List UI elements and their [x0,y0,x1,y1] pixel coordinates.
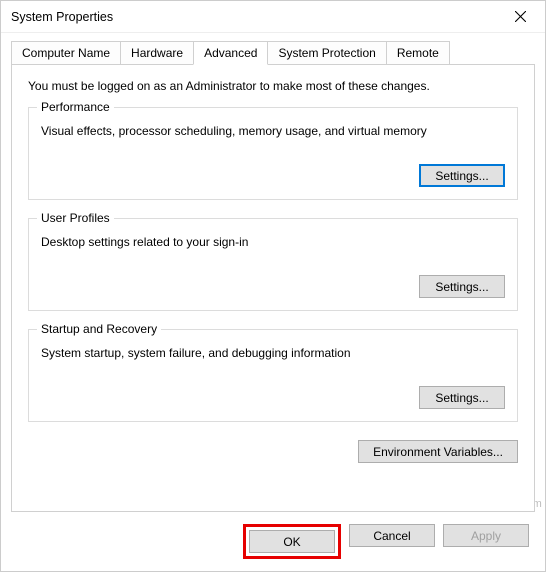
tabpane-advanced: You must be logged on as an Administrato… [11,64,535,512]
close-icon [515,11,526,22]
admin-note: You must be logged on as an Administrato… [28,79,518,93]
env-vars-row: Environment Variables... [28,440,518,463]
cancel-button[interactable]: Cancel [349,524,435,547]
tab-hardware[interactable]: Hardware [120,41,194,65]
tabstrip: Computer Name Hardware Advanced System P… [11,41,535,65]
content-area: Computer Name Hardware Advanced System P… [1,33,545,512]
system-properties-window: System Properties Computer Name Hardware… [0,0,546,572]
titlebar: System Properties [1,1,545,33]
window-title: System Properties [11,10,498,24]
user-profiles-settings-button[interactable]: Settings... [419,275,505,298]
performance-settings-button[interactable]: Settings... [419,164,505,187]
groupbox-performance: Performance Visual effects, processor sc… [28,107,518,200]
ok-button[interactable]: OK [249,530,335,553]
groupbox-user-profiles-desc: Desktop settings related to your sign-in [41,235,505,249]
close-button[interactable] [498,2,543,32]
tab-system-protection[interactable]: System Protection [267,41,386,65]
groupbox-startup-recovery: Startup and Recovery System startup, sys… [28,329,518,422]
dialog-button-row: OK Cancel Apply [1,512,545,571]
ok-highlight-box: OK [243,524,341,559]
groupbox-performance-title: Performance [37,100,114,114]
apply-button[interactable]: Apply [443,524,529,547]
tab-remote[interactable]: Remote [386,41,450,65]
startup-recovery-settings-button[interactable]: Settings... [419,386,505,409]
tab-advanced[interactable]: Advanced [193,41,268,65]
environment-variables-button[interactable]: Environment Variables... [358,440,518,463]
groupbox-startup-recovery-title: Startup and Recovery [37,322,161,336]
groupbox-user-profiles: User Profiles Desktop settings related t… [28,218,518,311]
tab-computer-name[interactable]: Computer Name [11,41,121,65]
groupbox-user-profiles-title: User Profiles [37,211,114,225]
groupbox-performance-desc: Visual effects, processor scheduling, me… [41,124,505,138]
groupbox-startup-recovery-desc: System startup, system failure, and debu… [41,346,505,360]
